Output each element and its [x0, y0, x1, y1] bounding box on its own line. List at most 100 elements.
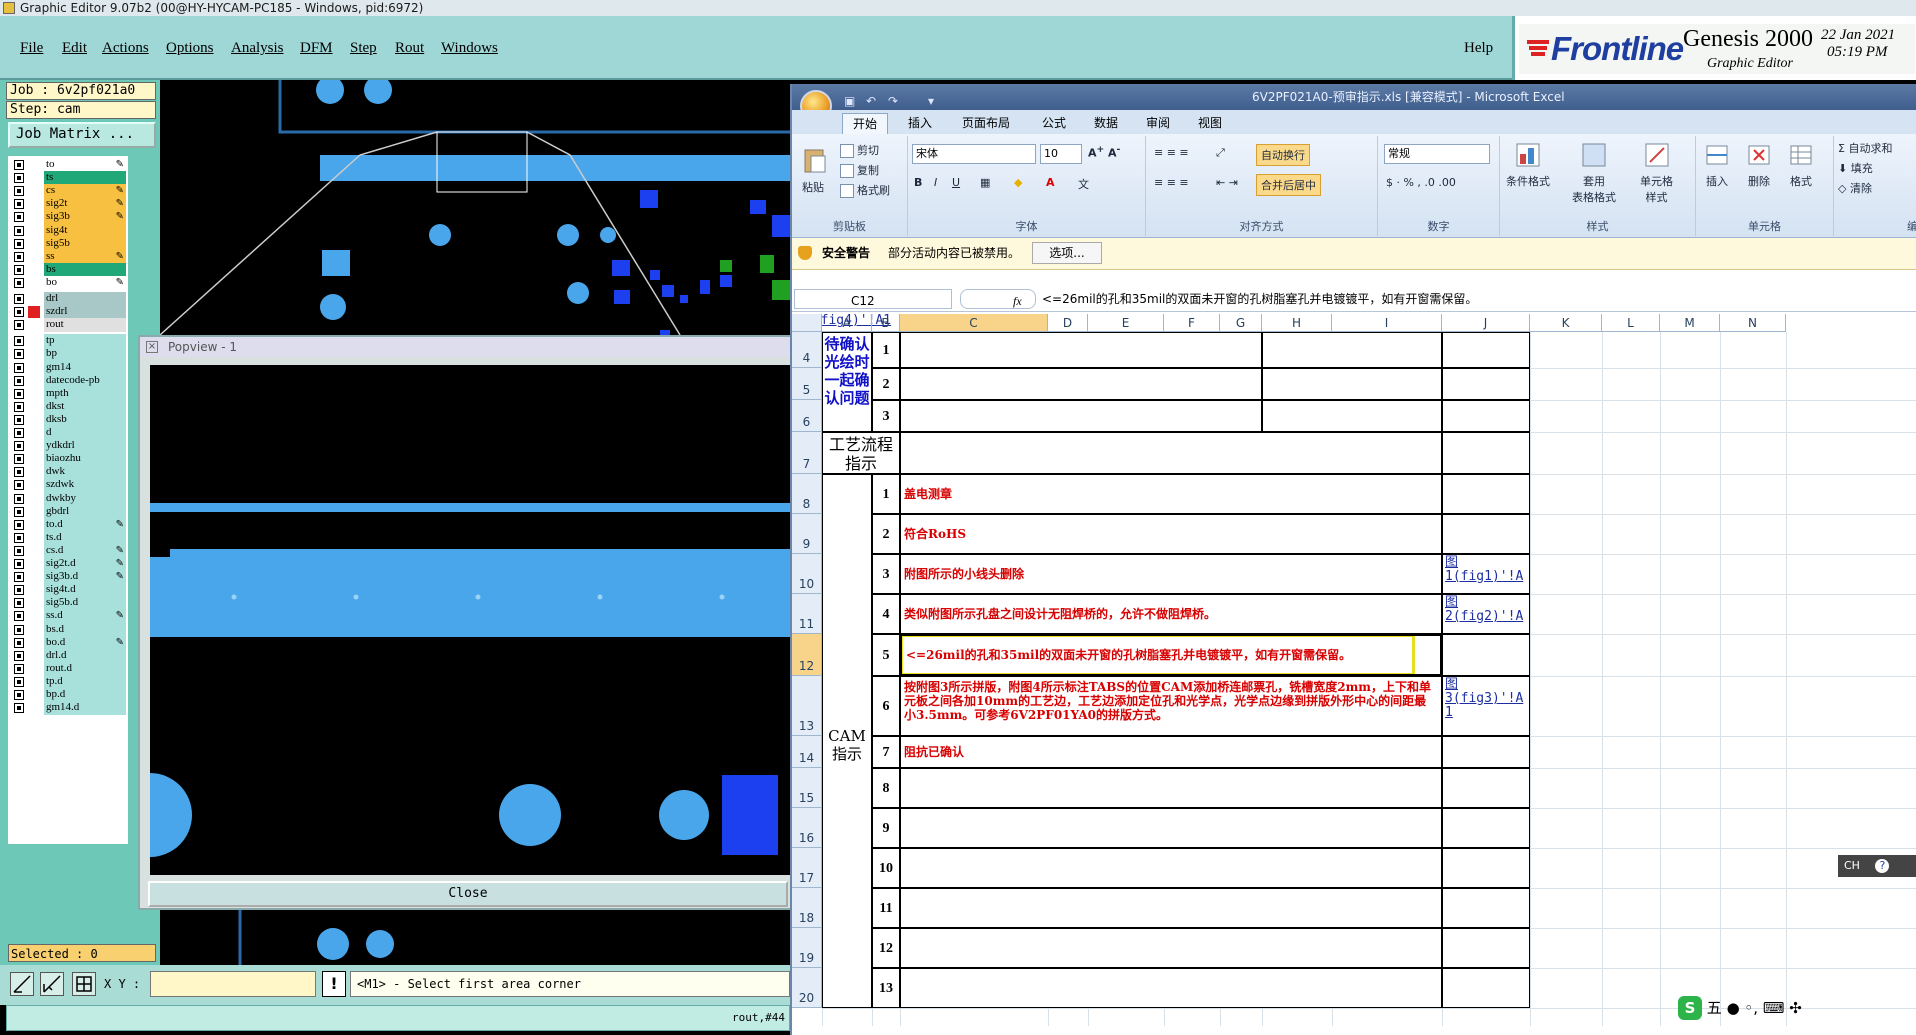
- cam-link-cell[interactable]: [1442, 928, 1530, 968]
- measure-tool-icon[interactable]: [40, 972, 64, 996]
- layer-checkbox[interactable]: [14, 663, 24, 674]
- cam-link-cell[interactable]: [1442, 634, 1530, 676]
- row-header[interactable]: 8: [792, 474, 822, 514]
- cam-link-cell[interactable]: [1442, 768, 1530, 808]
- layer-row[interactable]: gm14.d: [10, 701, 126, 716]
- layer-row[interactable]: dksb: [10, 412, 126, 427]
- row-header[interactable]: 12: [792, 634, 822, 676]
- bold-button[interactable]: B: [914, 176, 922, 189]
- layer-checkbox[interactable]: [14, 336, 24, 347]
- phonetic-icon[interactable]: 文: [1078, 176, 1089, 192]
- layer-checkbox[interactable]: [14, 264, 24, 275]
- ime-language-bar[interactable]: CH ?: [1838, 855, 1916, 877]
- column-header[interactable]: K: [1530, 314, 1602, 332]
- copy-button[interactable]: 复制: [840, 162, 879, 178]
- format-cells-button[interactable]: 格式: [1788, 142, 1814, 189]
- layer-checkbox[interactable]: [14, 637, 24, 648]
- layer-row[interactable]: sig3b ✎: [10, 210, 126, 225]
- cam-link-cell[interactable]: [1442, 736, 1530, 768]
- layer-checkbox[interactable]: [14, 212, 24, 223]
- cam-instruction-cell[interactable]: 类似附图所示孔盘之间设计无阻焊桥的，允许不做阻焊桥。: [900, 594, 1442, 634]
- cam-link-cell[interactable]: [1442, 514, 1530, 554]
- cam-link-cell[interactable]: 图 3(fig3)'!A 1: [1442, 676, 1530, 736]
- layer-row[interactable]: szdrl: [10, 305, 126, 320]
- cam-number-cell[interactable]: 2: [872, 514, 900, 554]
- column-header[interactable]: F: [1164, 314, 1220, 332]
- cam-label-cell[interactable]: CAM指示: [822, 474, 872, 1008]
- layer-checkbox[interactable]: [14, 349, 24, 360]
- layer-checkbox[interactable]: [14, 519, 24, 530]
- layer-row[interactable]: sig5b.d: [10, 596, 126, 611]
- cam-number-cell[interactable]: 7: [872, 736, 900, 768]
- zoom-tool-icon[interactable]: [10, 972, 34, 996]
- layer-checkbox[interactable]: [14, 454, 24, 465]
- layer-row[interactable]: biaozhu: [10, 452, 126, 467]
- menu-rout[interactable]: Rout: [395, 40, 424, 57]
- process-label-cell[interactable]: 工艺流程指示: [822, 432, 900, 474]
- name-box[interactable]: C12: [794, 289, 952, 309]
- layer-row[interactable]: sig4t.d: [10, 583, 126, 598]
- layer-checkbox[interactable]: [14, 690, 24, 700]
- layer-checkbox[interactable]: [14, 160, 24, 170]
- row-header[interactable]: 6: [792, 400, 822, 432]
- fill-button[interactable]: ⬇ 填充: [1838, 160, 1873, 176]
- align-top-icon[interactable]: ≡ ≡ ≡: [1154, 146, 1189, 159]
- confirm-label-cell[interactable]: 待确认光绘时一起确认问题: [822, 332, 872, 432]
- cam-link-cell[interactable]: 图 1(fig1)'!A: [1442, 554, 1530, 594]
- xy-input[interactable]: [150, 971, 316, 997]
- row-header[interactable]: 16: [792, 808, 822, 848]
- cam-number-cell[interactable]: 3: [872, 554, 900, 594]
- cam-number-cell[interactable]: 13: [872, 968, 900, 1008]
- column-header[interactable]: H: [1262, 314, 1332, 332]
- cam-instruction-cell[interactable]: 盖电测章: [900, 474, 1442, 514]
- cam-number-cell[interactable]: 6: [872, 676, 900, 736]
- column-header[interactable]: G: [1220, 314, 1262, 332]
- menu-windows[interactable]: Windows: [441, 40, 498, 57]
- layer-checkbox[interactable]: [14, 532, 24, 543]
- cam-instruction-cell[interactable]: 阻抗已确认: [900, 736, 1442, 768]
- layer-row[interactable]: bs.d: [10, 622, 126, 637]
- number-format-select[interactable]: 常规: [1384, 144, 1490, 164]
- cell-style-button[interactable]: 单元格 样式: [1640, 142, 1673, 205]
- cam-instruction-cell[interactable]: 按附图3所示拼版，附图4所示标注TABS的位置CAM添加桥连邮票孔，铣槽宽度2m…: [900, 676, 1442, 736]
- orientation-icon[interactable]: ⤢: [1216, 146, 1225, 160]
- select-all-corner[interactable]: [792, 314, 822, 332]
- layer-checkbox[interactable]: [14, 545, 24, 556]
- row-header[interactable]: 10: [792, 554, 822, 594]
- row-header[interactable]: 9: [792, 514, 822, 554]
- cam-link-cell[interactable]: 图 2(fig2)'!A: [1442, 594, 1530, 634]
- confirm-number-cell[interactable]: 2: [872, 368, 900, 400]
- layer-checkbox[interactable]: [14, 650, 24, 661]
- italic-button[interactable]: I: [934, 176, 937, 189]
- column-header[interactable]: M: [1660, 314, 1720, 332]
- layer-checkbox[interactable]: [14, 428, 24, 438]
- tab-review[interactable]: 审阅: [1136, 113, 1180, 134]
- layer-row[interactable]: bo.d ✎: [10, 635, 126, 650]
- layer-checkbox[interactable]: [14, 441, 24, 452]
- confirm-text-cell[interactable]: [900, 400, 1262, 432]
- align-left-icon[interactable]: ≡ ≡ ≡: [1154, 176, 1189, 189]
- layer-checkbox[interactable]: [14, 676, 24, 687]
- layer-row[interactable]: ss ✎: [10, 249, 126, 264]
- confirm-note-cell[interactable]: [1262, 368, 1442, 400]
- cam-link-cell[interactable]: [1442, 474, 1530, 514]
- row-header[interactable]: 4: [792, 332, 822, 368]
- layer-row[interactable]: cs.d ✎: [10, 543, 126, 558]
- layer-row[interactable]: cs ✎: [10, 184, 126, 199]
- popview-close-button[interactable]: Close: [148, 881, 788, 907]
- layer-row[interactable]: to ✎: [10, 158, 126, 172]
- job-matrix-button[interactable]: Job Matrix ...: [8, 122, 156, 148]
- row-header[interactable]: 5: [792, 368, 822, 400]
- confirm-note-cell[interactable]: [1262, 400, 1442, 432]
- layer-checkbox[interactable]: [14, 199, 24, 210]
- merge-center-button[interactable]: 合并后居中: [1256, 174, 1321, 196]
- column-header[interactable]: N: [1720, 314, 1786, 332]
- cam-instruction-cell[interactable]: [900, 968, 1442, 1008]
- cam-instruction-cell[interactable]: [900, 928, 1442, 968]
- process-text-cell[interactable]: [900, 432, 1442, 474]
- security-options-button[interactable]: 选项...: [1032, 242, 1102, 264]
- layer-row[interactable]: d: [10, 426, 126, 440]
- cam-number-cell[interactable]: 10: [872, 848, 900, 888]
- layer-checkbox[interactable]: [14, 585, 24, 596]
- layer-row[interactable]: to.d ✎: [10, 517, 126, 532]
